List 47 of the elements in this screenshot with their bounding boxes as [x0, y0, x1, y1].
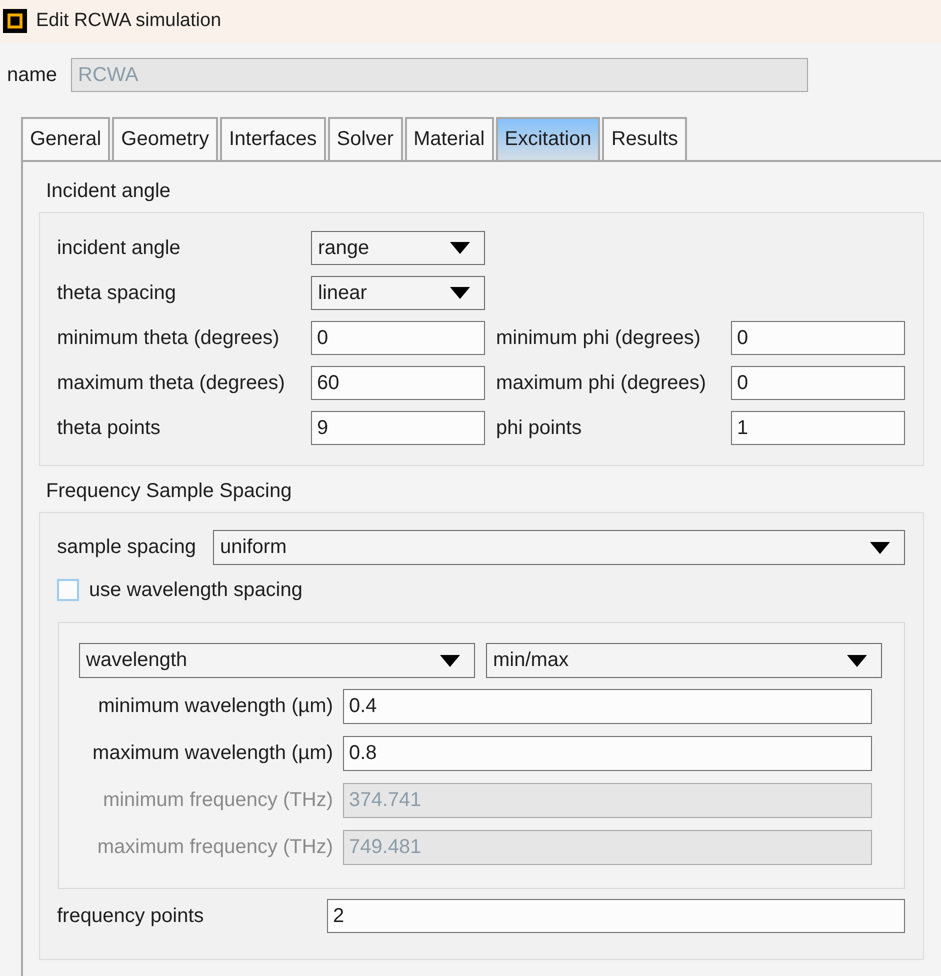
text-field[interactable]: 60: [311, 366, 485, 400]
tab[interactable]: General: [21, 117, 110, 160]
app-icon: [3, 9, 27, 33]
tab[interactable]: Geometry: [112, 117, 218, 160]
field-label: name: [7, 64, 58, 86]
field-label: frequency points: [57, 904, 205, 928]
text-field[interactable]: 0.4: [343, 689, 872, 724]
text-field[interactable]: 9: [311, 411, 485, 445]
field-label: minimum phi (degrees): [496, 326, 702, 350]
caret-icon: [450, 242, 470, 254]
dropdown[interactable]: wavelength: [79, 643, 475, 678]
dropdown[interactable]: uniform: [213, 530, 905, 565]
field-label: theta spacing: [57, 282, 177, 304]
field-label: maximum wavelength (µm): [92, 742, 334, 765]
caret-icon: [870, 542, 890, 554]
caret-icon: [847, 654, 867, 666]
text-field[interactable]: 0: [731, 321, 905, 355]
checkbox[interactable]: [57, 579, 79, 601]
checkbox-label: use wavelength spacing: [89, 578, 302, 602]
dropdown[interactable]: min/max: [486, 643, 882, 678]
text-field[interactable]: 0.8: [343, 736, 872, 771]
caret-icon: [450, 287, 470, 299]
field-label: minimum wavelength (µm): [97, 695, 334, 718]
field-label: minimum theta (degrees): [57, 326, 280, 350]
text-field[interactable]: 2: [327, 899, 905, 933]
tab[interactable]: Excitation: [496, 117, 600, 160]
dropdown[interactable]: linear: [311, 276, 485, 310]
field-label: maximum phi (degrees): [496, 372, 708, 394]
tab[interactable]: Results: [602, 117, 688, 160]
field-label: minimum frequency (THz): [102, 789, 334, 812]
window-title: Edit RCWA simulation: [36, 10, 222, 32]
field-label: maximum theta (degrees): [57, 372, 286, 394]
text-field[interactable]: 0: [311, 321, 485, 355]
section-title: Incident angle: [46, 179, 171, 204]
field-label: maximum frequency (THz): [96, 836, 334, 859]
field-label: theta points: [57, 416, 162, 440]
tab[interactable]: Material: [404, 117, 494, 160]
text-field[interactable]: 1: [731, 411, 905, 445]
field-label: incident angle: [57, 236, 182, 260]
tab[interactable]: Solver: [328, 117, 402, 160]
text-field[interactable]: 0: [731, 366, 905, 400]
field-label: phi points: [496, 416, 583, 440]
tab[interactable]: Interfaces: [220, 117, 326, 160]
section-title: Frequency Sample Spacing: [46, 479, 292, 504]
field-label: sample spacing: [57, 536, 197, 559]
dropdown[interactable]: range: [311, 231, 485, 265]
caret-icon: [440, 654, 460, 666]
